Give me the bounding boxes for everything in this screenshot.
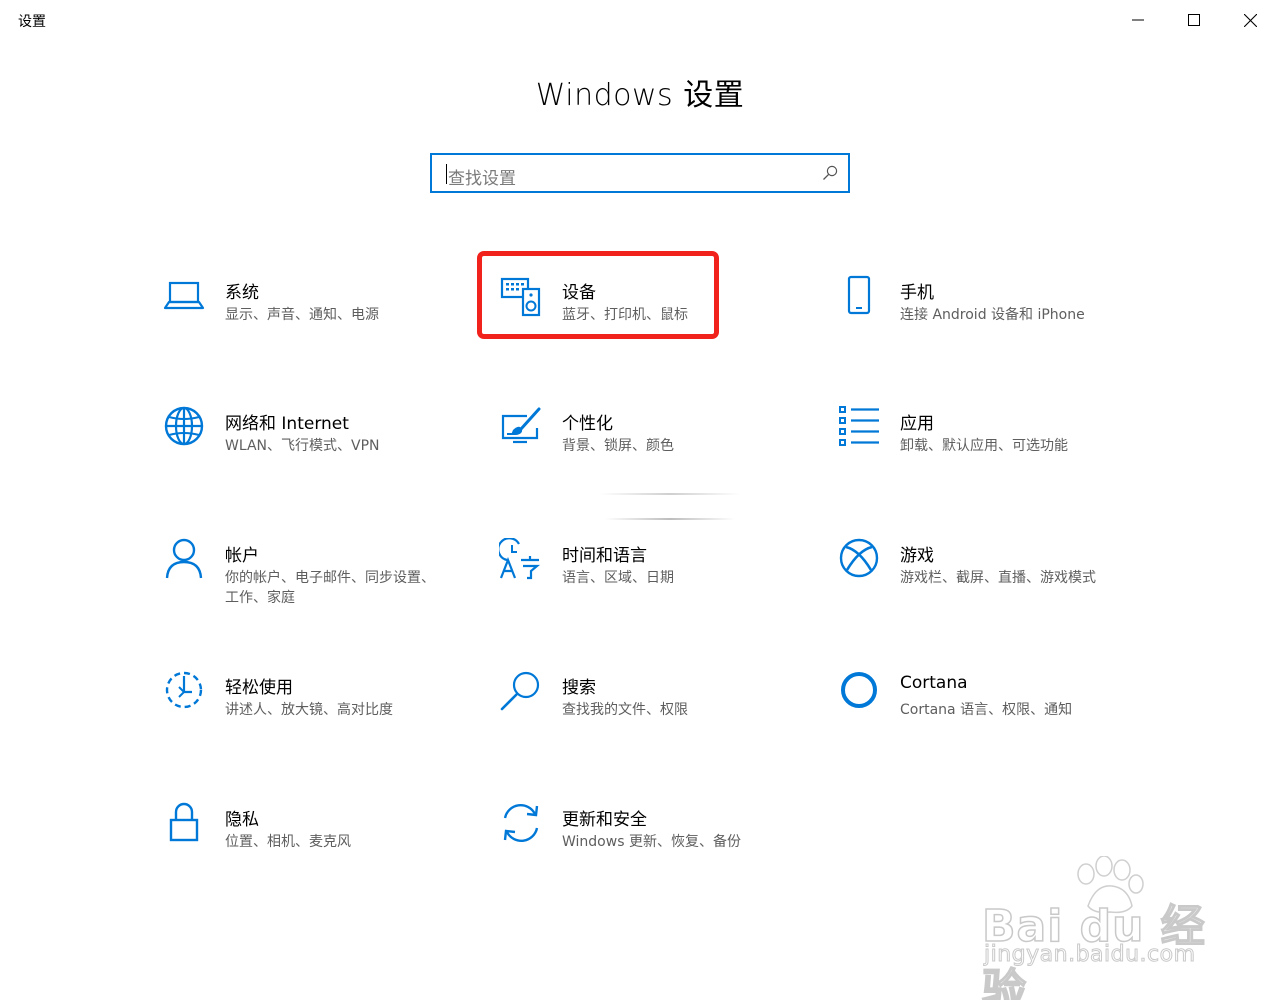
person-icon	[162, 538, 206, 582]
category-description: WLAN、飞行模式、VPN	[225, 438, 380, 454]
apps-list-icon	[837, 406, 881, 450]
close-icon	[1243, 13, 1257, 27]
category-name: 时间和语言	[562, 546, 647, 566]
personalization-icon	[499, 406, 543, 450]
category-description: 游戏栏、截屏、直播、游戏模式	[900, 570, 1096, 586]
category-name: Cortana	[900, 673, 968, 693]
category-description: 你的帐户、电子邮件、同步设置、工作、家庭	[225, 570, 435, 606]
category-gaming[interactable]: 游戏 游戏栏、截屏、直播、游戏模式	[837, 538, 1137, 628]
category-name: 手机	[900, 283, 934, 303]
divider	[605, 518, 735, 520]
highlight-box	[477, 251, 719, 339]
category-name: 更新和安全	[562, 810, 647, 830]
cortana-ring-icon	[837, 670, 881, 714]
category-description: Cortana 语言、权限、通知	[900, 702, 1073, 718]
category-name: 系统	[225, 283, 259, 303]
search-input[interactable]: 查找设置	[430, 153, 850, 193]
time-language-icon	[499, 538, 543, 582]
laptop-icon	[162, 275, 206, 319]
category-update-security[interactable]: 更新和安全 Windows 更新、恢复、备份	[499, 802, 799, 892]
watermark-url: jingyan.baidu.com	[984, 942, 1196, 968]
page-title: Windows 设置	[535, 78, 745, 113]
category-name: 个性化	[562, 414, 613, 434]
category-privacy[interactable]: 隐私 位置、相机、麦克风	[162, 802, 462, 892]
maximize-icon	[1188, 14, 1200, 26]
magnifier-icon	[499, 670, 543, 714]
category-description: 卸载、默认应用、可选功能	[900, 438, 1068, 454]
ease-of-access-icon	[162, 670, 206, 714]
category-description: 位置、相机、麦克风	[225, 834, 351, 850]
minimize-icon	[1132, 19, 1144, 21]
category-description: 讲述人、放大镜、高对比度	[225, 702, 393, 718]
category-description: 显示、声音、通知、电源	[225, 307, 379, 323]
category-name: 搜索	[562, 678, 596, 698]
category-search[interactable]: 搜索 查找我的文件、权限	[499, 670, 799, 760]
title-bar: 设置	[0, 0, 1280, 40]
category-name: 轻松使用	[225, 678, 293, 698]
search-icon	[823, 165, 838, 180]
text-caret	[446, 164, 447, 184]
category-ease-of-access[interactable]: 轻松使用 讲述人、放大镜、高对比度	[162, 670, 462, 760]
sync-icon	[499, 802, 543, 846]
category-description: 背景、锁屏、颜色	[562, 438, 674, 454]
lock-icon	[162, 802, 206, 846]
close-button[interactable]	[1222, 0, 1278, 40]
category-description: 查找我的文件、权限	[562, 702, 688, 718]
category-network[interactable]: 网络和 Internet WLAN、飞行模式、VPN	[162, 406, 462, 496]
window-title: 设置	[18, 14, 46, 30]
category-cortana[interactable]: Cortana Cortana 语言、权限、通知	[837, 670, 1137, 760]
category-name: 网络和 Internet	[225, 414, 349, 434]
category-description: 语言、区域、日期	[562, 570, 674, 586]
category-time-language[interactable]: 时间和语言 语言、区域、日期	[499, 538, 799, 628]
category-phone[interactable]: 手机 连接 Android 设备和 iPhone	[837, 275, 1137, 365]
globe-icon	[162, 406, 206, 450]
category-apps[interactable]: 应用 卸载、默认应用、可选功能	[837, 406, 1137, 496]
category-accounts[interactable]: 帐户 你的帐户、电子邮件、同步设置、工作、家庭	[162, 538, 462, 628]
maximize-button[interactable]	[1166, 0, 1222, 40]
category-description: 连接 Android 设备和 iPhone	[900, 307, 1085, 323]
category-description: Windows 更新、恢复、备份	[562, 834, 741, 850]
divider	[600, 493, 740, 495]
minimize-button[interactable]	[1110, 0, 1166, 40]
phone-icon	[837, 275, 881, 319]
category-name: 应用	[900, 414, 934, 434]
category-system[interactable]: 系统 显示、声音、通知、电源	[162, 275, 462, 365]
category-name: 隐私	[225, 810, 259, 830]
xbox-icon	[837, 538, 881, 582]
category-personalization[interactable]: 个性化 背景、锁屏、颜色	[499, 406, 799, 496]
category-name: 游戏	[900, 546, 934, 566]
search-placeholder: 查找设置	[448, 169, 516, 189]
baidu-watermark: Bai du 经验 jingyan.baidu.com	[981, 856, 1222, 1000]
category-name: 帐户	[225, 546, 259, 566]
